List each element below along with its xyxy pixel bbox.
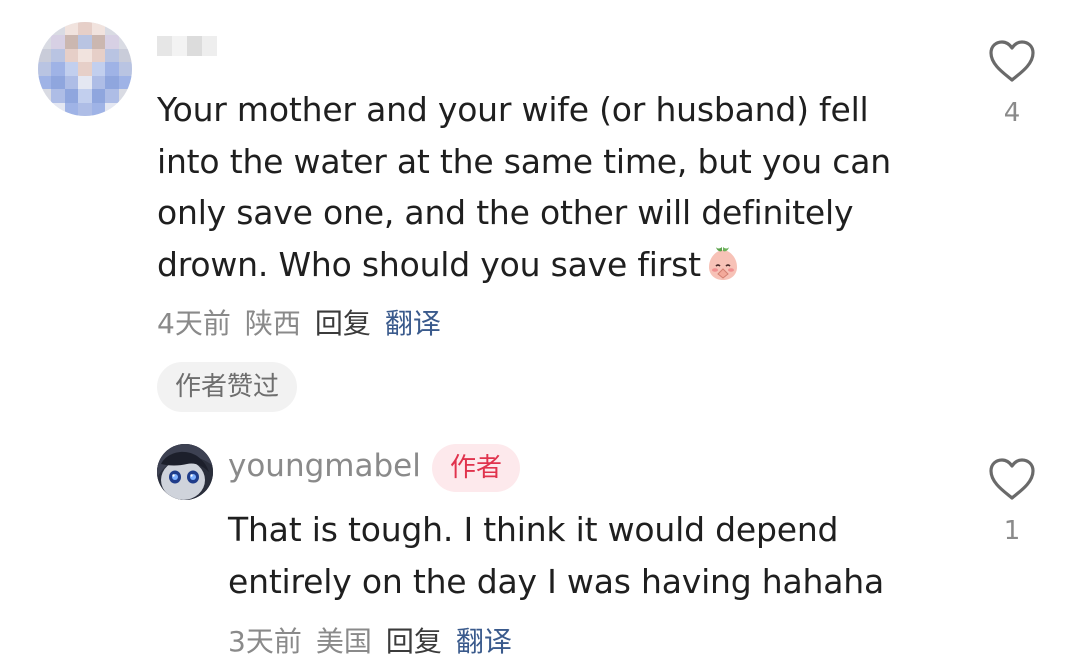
reply-translate-button[interactable]: 翻译 [456, 620, 512, 660]
reply-like-count: 1 [1003, 516, 1021, 546]
translate-button[interactable]: 翻译 [385, 302, 441, 342]
heart-outline-icon[interactable] [987, 456, 1037, 502]
commenter-avatar[interactable] [38, 22, 132, 116]
comment-time: 4天前 [157, 307, 231, 340]
reply-button[interactable]: 回复 [315, 302, 371, 342]
comment-like-count: 4 [1003, 98, 1021, 128]
heart-outline-icon[interactable] [987, 38, 1037, 84]
author-badge: 作者 [432, 444, 521, 492]
author-liked-badge: 作者赞过 [157, 362, 298, 412]
reply-author-avatar[interactable] [157, 444, 213, 500]
reply-location: 美国 [315, 625, 372, 658]
comment-text: Your mother and your wife (or husband) f… [157, 84, 917, 290]
peach-praying-emoji-icon [708, 246, 737, 280]
reply-reply-button[interactable]: 回复 [386, 620, 442, 660]
comment-body: Your mother and your wife (or husband) f… [157, 90, 891, 284]
reply-username[interactable]: youngmabel [228, 448, 421, 484]
reply-text: That is tough. I think it would depend e… [228, 510, 885, 601]
reply-like-button[interactable]: 1 [982, 456, 1042, 546]
comment-meta: 4天前 陕西 回复 翻译 [157, 302, 441, 342]
commenter-name-blurred[interactable] [157, 36, 217, 56]
comment-like-button[interactable]: 4 [982, 38, 1042, 128]
reply-time: 3天前 [228, 625, 302, 658]
comment-location: 陕西 [244, 307, 301, 340]
anime-avatar-icon [157, 444, 213, 500]
reply-meta: 3天前 美国 回复 翻译 [228, 620, 512, 660]
